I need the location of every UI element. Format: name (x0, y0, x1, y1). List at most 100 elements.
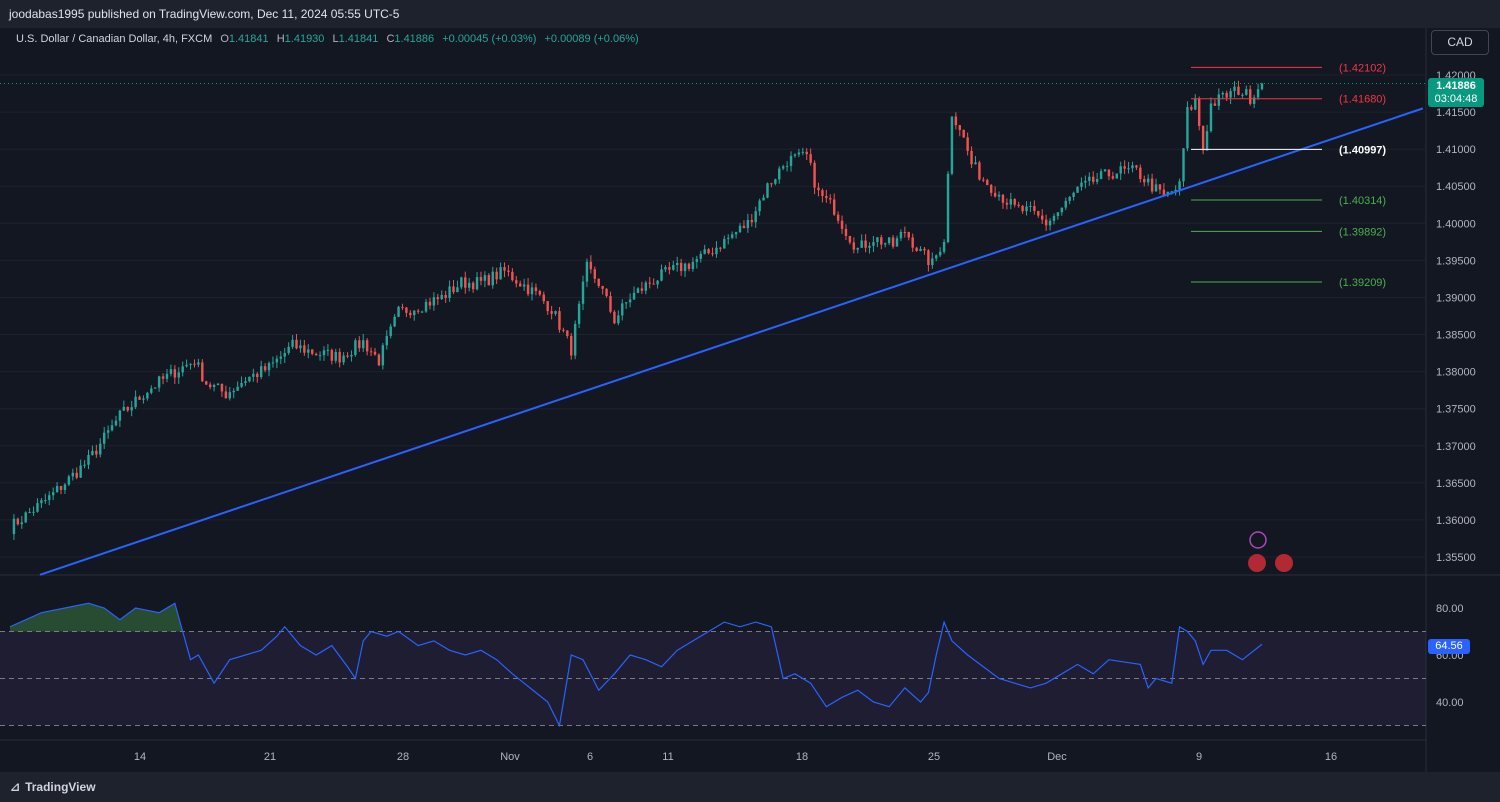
candle-body (895, 238, 899, 247)
candle-body (923, 248, 926, 251)
candle-body (613, 311, 616, 324)
candle-body (624, 302, 628, 304)
candle-body (609, 296, 612, 312)
candle-body (785, 165, 789, 167)
candle-body (228, 392, 231, 399)
top-bar: joodabas1995 published on TradingView.co… (0, 0, 1500, 28)
candle-body (464, 277, 467, 288)
trendline[interactable] (39, 107, 1424, 576)
candle-body (554, 311, 557, 314)
candle-body (1037, 210, 1040, 216)
candle-body (1103, 169, 1107, 172)
candle-body (1139, 167, 1142, 180)
candle-body (28, 512, 31, 514)
candle-body (876, 237, 879, 243)
x-tick-label: 21 (264, 751, 276, 763)
candle-body (1115, 173, 1118, 179)
candle-body (597, 278, 600, 286)
candle-body (275, 358, 279, 363)
candle-body (212, 384, 216, 388)
candle-body (1205, 131, 1209, 151)
candle-body (550, 311, 553, 314)
candle-body (185, 364, 188, 367)
candle-body (307, 349, 310, 353)
y-tick-label: 1.41000 (1436, 144, 1476, 156)
candle-body (950, 116, 954, 174)
candle-body (1150, 178, 1154, 192)
candle-body (746, 219, 750, 229)
us-flag-event-icon[interactable] (1248, 554, 1266, 572)
candle-body (1001, 194, 1005, 203)
candle-body (1072, 192, 1075, 198)
candle-body (1217, 94, 1221, 106)
tv-logo-icon: ⊿ (10, 780, 21, 794)
candle-body (899, 232, 903, 239)
candle-body (880, 237, 883, 245)
candle-body (48, 495, 51, 501)
tradingview-logo[interactable]: ⊿ TradingView (10, 780, 96, 794)
candle-body (738, 225, 742, 233)
candle-body (1060, 207, 1064, 213)
candle-body (829, 198, 832, 200)
candle-body (766, 183, 769, 198)
last-price-value: 1.41886 (1436, 80, 1476, 92)
candle-body (903, 232, 907, 234)
candle-body (59, 486, 63, 490)
candle-body (621, 303, 624, 316)
candle-body (1135, 165, 1138, 168)
event-lightning-icon[interactable] (1249, 531, 1267, 549)
candle-body (530, 287, 534, 295)
candle-body (1209, 103, 1213, 132)
candle-body (67, 476, 71, 485)
rsi-value-tag: 64.56 (1428, 639, 1470, 654)
candle-body (1076, 186, 1079, 193)
candle-body (150, 388, 153, 393)
candle-body (303, 345, 306, 353)
candle-body (291, 339, 294, 347)
candle-body (946, 173, 950, 243)
candle-body (675, 262, 679, 266)
candle-body (927, 250, 930, 266)
candle-body (1111, 176, 1115, 179)
candle-body (660, 269, 663, 281)
candle-body (954, 116, 958, 126)
candle-body (1233, 86, 1236, 92)
level-label: (1.39892) (1339, 226, 1386, 238)
candle-body (169, 369, 173, 374)
candle-body (687, 263, 691, 269)
candle-body (1092, 176, 1095, 182)
candle-body (617, 315, 620, 324)
candle-body (334, 351, 337, 361)
candle-body (487, 275, 491, 286)
candle-body (314, 353, 318, 356)
candle-body (1048, 220, 1052, 226)
candle-body (173, 369, 177, 378)
x-tick-label: 6 (587, 751, 593, 763)
level-label: (1.40314) (1339, 195, 1386, 207)
candle-body (1249, 89, 1252, 104)
candle-body (1084, 180, 1087, 183)
candle-body (1029, 206, 1032, 208)
candle-body (432, 297, 436, 306)
candle-body (887, 237, 891, 244)
candle-body (420, 311, 424, 313)
candle-body (51, 492, 55, 496)
chart-canvas[interactable]: 1.420001.415001.410001.405001.400001.395… (0, 28, 1500, 772)
candle-body (79, 465, 82, 478)
candle-body (593, 269, 597, 279)
candle-body (1123, 166, 1126, 169)
candle-body (208, 384, 212, 388)
candle-body (63, 484, 67, 490)
us-flag-event-icon[interactable] (1275, 554, 1293, 572)
candle-body (267, 363, 271, 371)
candle-body (719, 247, 722, 249)
candle-body (1013, 199, 1016, 205)
candle-body (205, 381, 208, 385)
candle-body (118, 410, 122, 421)
candle-body (181, 366, 184, 373)
candle-body (271, 362, 275, 364)
candle-body (1260, 83, 1264, 90)
candle-body (1245, 89, 1248, 95)
candle-body (259, 366, 263, 378)
y-tick-label: 1.37500 (1436, 404, 1476, 416)
